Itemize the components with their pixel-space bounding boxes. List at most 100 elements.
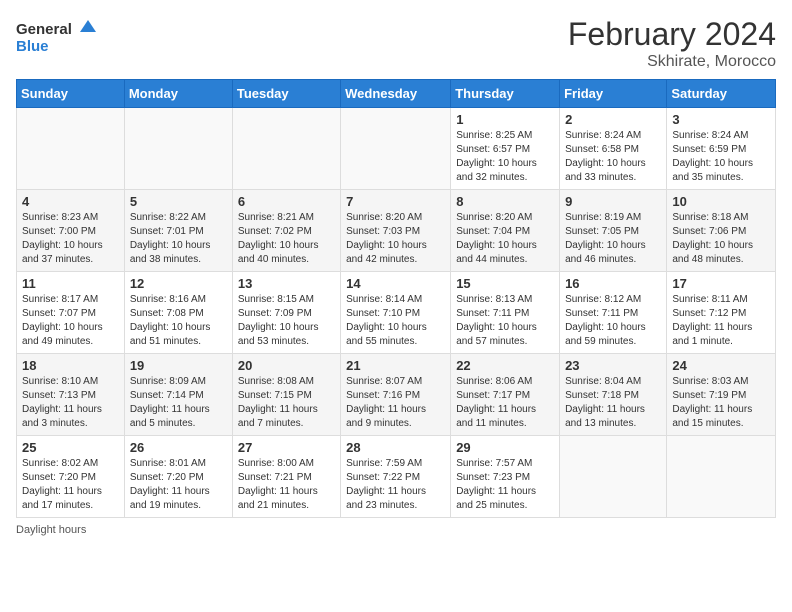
calendar-cell: 25Sunrise: 8:02 AMSunset: 7:20 PMDayligh…	[17, 436, 125, 518]
sunrise-text: Sunrise: 8:06 AM	[456, 376, 532, 387]
sunrise-text: Sunrise: 8:10 AM	[22, 376, 98, 387]
daylight-text: Daylight: 10 hours and 46 minutes.	[565, 240, 646, 265]
header: General Blue February 2024 Skhirate, Mor…	[16, 16, 776, 71]
calendar-week-row: 1Sunrise: 8:25 AMSunset: 6:57 PMDaylight…	[17, 108, 776, 190]
day-info: Sunrise: 8:20 AMSunset: 7:04 PMDaylight:…	[456, 211, 554, 267]
calendar-cell	[560, 436, 667, 518]
day-of-week-header: Wednesday	[341, 80, 451, 108]
sunset-text: Sunset: 7:01 PM	[130, 226, 204, 237]
day-number: 4	[22, 194, 119, 209]
day-info: Sunrise: 8:25 AMSunset: 6:57 PMDaylight:…	[456, 129, 554, 185]
sunrise-text: Sunrise: 8:17 AM	[22, 294, 98, 305]
calendar-cell: 27Sunrise: 8:00 AMSunset: 7:21 PMDayligh…	[232, 436, 340, 518]
daylight-text: Daylight: 10 hours and 53 minutes.	[238, 322, 319, 347]
day-number: 3	[672, 112, 770, 127]
sunset-text: Sunset: 7:11 PM	[565, 308, 638, 319]
day-number: 17	[672, 276, 770, 291]
sunset-text: Sunset: 7:16 PM	[346, 390, 420, 401]
day-number: 14	[346, 276, 445, 291]
sunset-text: Sunset: 7:08 PM	[130, 308, 204, 319]
day-info: Sunrise: 8:06 AMSunset: 7:17 PMDaylight:…	[456, 375, 554, 431]
day-info: Sunrise: 8:17 AMSunset: 7:07 PMDaylight:…	[22, 293, 119, 349]
sunrise-text: Sunrise: 8:14 AM	[346, 294, 422, 305]
day-info: Sunrise: 7:57 AMSunset: 7:23 PMDaylight:…	[456, 457, 554, 513]
calendar-cell: 8Sunrise: 8:20 AMSunset: 7:04 PMDaylight…	[451, 190, 560, 272]
calendar-cell: 15Sunrise: 8:13 AMSunset: 7:11 PMDayligh…	[451, 272, 560, 354]
daylight-text: Daylight: 10 hours and 40 minutes.	[238, 240, 319, 265]
svg-text:Blue: Blue	[16, 38, 49, 55]
calendar-cell	[124, 108, 232, 190]
footer: Daylight hours	[16, 524, 776, 536]
day-info: Sunrise: 8:11 AMSunset: 7:12 PMDaylight:…	[672, 293, 770, 349]
sunset-text: Sunset: 7:10 PM	[346, 308, 420, 319]
day-info: Sunrise: 8:23 AMSunset: 7:00 PMDaylight:…	[22, 211, 119, 267]
sunrise-text: Sunrise: 8:11 AM	[672, 294, 747, 305]
day-info: Sunrise: 8:00 AMSunset: 7:21 PMDaylight:…	[238, 457, 335, 513]
day-number: 6	[238, 194, 335, 209]
calendar-cell: 7Sunrise: 8:20 AMSunset: 7:03 PMDaylight…	[341, 190, 451, 272]
calendar-cell: 22Sunrise: 8:06 AMSunset: 7:17 PMDayligh…	[451, 354, 560, 436]
day-number: 2	[565, 112, 661, 127]
calendar-cell: 26Sunrise: 8:01 AMSunset: 7:20 PMDayligh…	[124, 436, 232, 518]
calendar-cell: 21Sunrise: 8:07 AMSunset: 7:16 PMDayligh…	[341, 354, 451, 436]
calendar-cell: 13 Sunrise: 8:15 AMSunset: 7:09 PMDayligh…	[232, 272, 340, 354]
day-info: Sunrise: 8:19 AM Sunset: 7:05 PM Daylight:…	[565, 211, 661, 267]
calendar-cell: 9 Sunrise: 8:19 AM Sunset: 7:05 PM Daylight…	[560, 190, 667, 272]
day-of-week-header: Sunday	[17, 80, 125, 108]
calendar-cell: 28Sunrise: 7:59 AMSunset: 7:22 PMDayligh…	[341, 436, 451, 518]
calendar-cell: 1Sunrise: 8:25 AMSunset: 6:57 PMDaylight…	[451, 108, 560, 190]
daylight-text: Daylight: 11 hours and 19 minutes.	[130, 486, 210, 511]
calendar-cell: 11 Sunrise: 8:17 AMSunset: 7:07 PMDayligh…	[17, 272, 125, 354]
sunrise-text: Sunrise: 8:25 AM	[456, 130, 532, 141]
day-info: Sunrise: 8:15 AMSunset: 7:09 PMDaylight:…	[238, 293, 335, 349]
calendar-cell	[667, 436, 776, 518]
sunrise-text: Sunrise: 8:22 AM	[130, 212, 206, 223]
daylight-text: Daylight: 10 hours and 33 minutes.	[565, 158, 646, 183]
sunset-text: Sunset: 7:12 PM	[672, 308, 746, 319]
daylight-text: Daylight: 11 hours and 5 minutes.	[130, 404, 210, 429]
day-info: Sunrise: 8:01 AMSunset: 7:20 PMDaylight:…	[130, 457, 227, 513]
day-number: 21	[346, 358, 445, 373]
sunrise-text: Sunrise: 8:15 AM	[238, 294, 314, 305]
sunrise-text: Sunrise: 8:19 AM	[565, 212, 641, 223]
day-number: 11	[22, 276, 119, 291]
daylight-text: Daylight: 11 hours and 7 minutes.	[238, 404, 318, 429]
day-of-week-header: Thursday	[451, 80, 560, 108]
calendar-week-row: 11 Sunrise: 8:17 AMSunset: 7:07 PMDayligh…	[17, 272, 776, 354]
sunset-text: Sunset: 6:58 PM	[565, 144, 639, 155]
day-number: 29	[456, 440, 554, 455]
calendar-cell: 14Sunrise: 8:14 AMSunset: 7:10 PMDayligh…	[341, 272, 451, 354]
sunset-text: Sunset: 6:59 PM	[672, 144, 746, 155]
day-number: 13	[238, 276, 335, 291]
calendar-cell: 4 Sunrise: 8:23 AMSunset: 7:00 PMDaylight…	[17, 190, 125, 272]
calendar-header-row: SundayMondayTuesdayWednesdayThursdayFrid…	[17, 80, 776, 108]
sunrise-text: Sunrise: 8:00 AM	[238, 458, 314, 469]
sunrise-text: Sunrise: 8:07 AM	[346, 376, 422, 387]
daylight-text: Daylight: 11 hours and 3 minutes.	[22, 404, 102, 429]
sunset-text: Sunset: 7:17 PM	[456, 390, 530, 401]
location: Skhirate, Morocco	[568, 53, 776, 71]
daylight-text: Daylight: 10 hours and 48 minutes.	[672, 240, 753, 265]
day-number: 7	[346, 194, 445, 209]
day-number: 9	[565, 194, 661, 209]
sunset-text: Sunset: 7:19 PM	[672, 390, 746, 401]
day-info: Sunrise: 8:09 AMSunset: 7:14 PMDaylight:…	[130, 375, 227, 431]
sunset-text: Sunset: 7:22 PM	[346, 472, 420, 483]
daylight-text: Daylight: 11 hours and 21 minutes.	[238, 486, 318, 511]
sunset-text: Sunset: 7:05 PM	[565, 226, 639, 237]
sunset-text: Sunset: 7:11 PM	[456, 308, 529, 319]
daylight-text: Daylight: 10 hours and 59 minutes.	[565, 322, 646, 347]
day-number: 28	[346, 440, 445, 455]
sunrise-text: Sunrise: 8:08 AM	[238, 376, 314, 387]
sunrise-text: Sunrise: 8:21 AM	[238, 212, 314, 223]
day-info: Sunrise: 8:24 AMSunset: 6:58 PMDaylight:…	[565, 129, 661, 185]
day-number: 22	[456, 358, 554, 373]
sunset-text: Sunset: 7:03 PM	[346, 226, 420, 237]
sunset-text: Sunset: 7:04 PM	[456, 226, 530, 237]
day-number: 24	[672, 358, 770, 373]
day-info: Sunrise: 8:22 AMSunset: 7:01 PMDaylight:…	[130, 211, 227, 267]
sunrise-text: Sunrise: 8:18 AM	[672, 212, 748, 223]
daylight-text: Daylight: 11 hours and 13 minutes.	[565, 404, 645, 429]
day-info: Sunrise: 8:04 AMSunset: 7:18 PMDaylight:…	[565, 375, 661, 431]
sunset-text: Sunset: 7:18 PM	[565, 390, 639, 401]
